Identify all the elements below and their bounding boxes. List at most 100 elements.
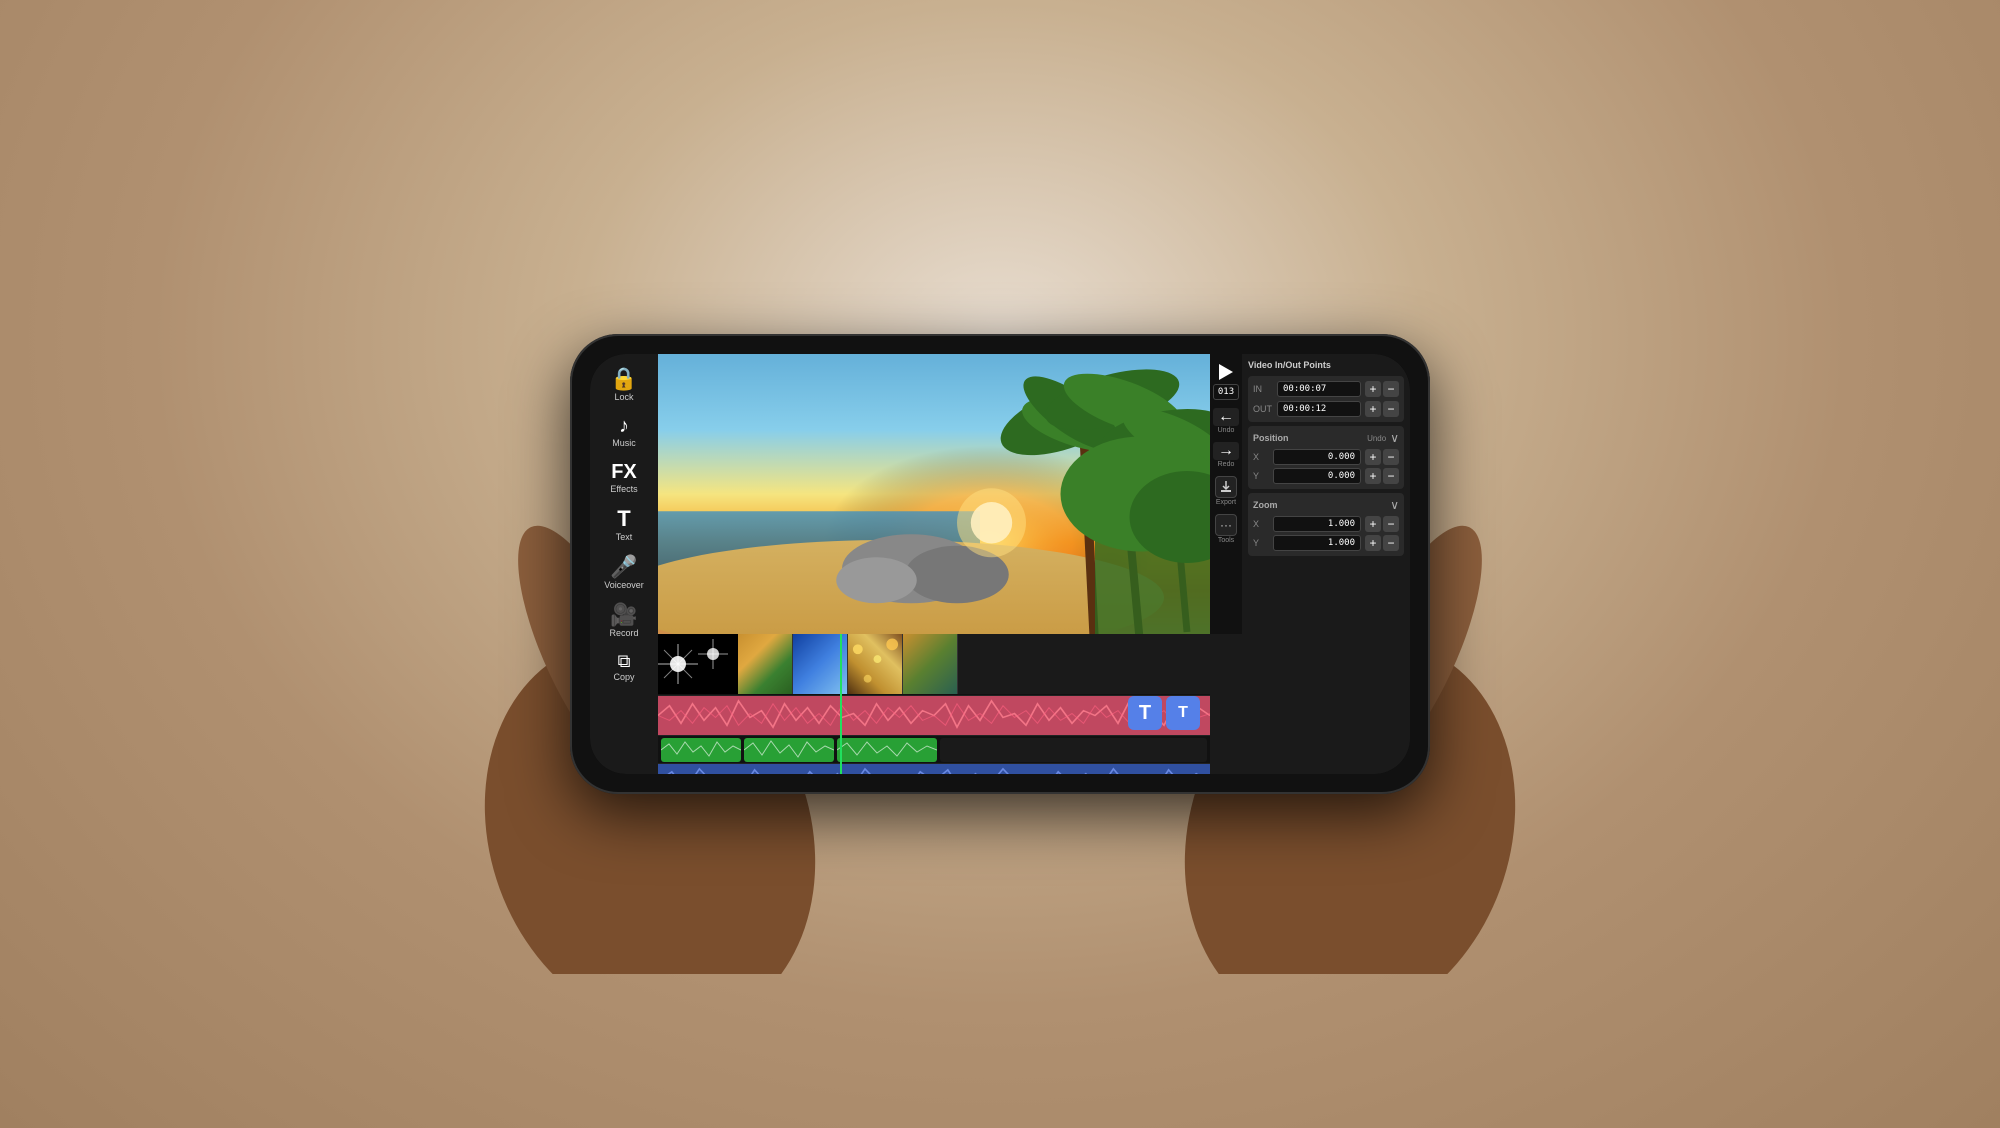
- counter-display: 013: [1213, 384, 1239, 400]
- main-content: T T: [658, 354, 1210, 774]
- play-button[interactable]: [1219, 364, 1233, 380]
- export-icon: [1219, 480, 1233, 494]
- out-time-display: 00:00:12: [1277, 401, 1361, 417]
- thumb-4: [903, 634, 958, 694]
- zoom-y-plus[interactable]: +: [1365, 535, 1381, 551]
- undo-text: Undo: [1367, 434, 1386, 443]
- in-pm-buttons: + −: [1365, 381, 1399, 397]
- redo-arrow[interactable]: →: [1213, 442, 1239, 460]
- sidebar-item-voiceover[interactable]: 🎤 Voiceover: [594, 550, 654, 596]
- fx-icon: FX: [611, 462, 637, 482]
- out-minus-btn[interactable]: −: [1383, 401, 1399, 417]
- in-plus-btn[interactable]: +: [1365, 381, 1381, 397]
- pos-x-label: X: [1253, 452, 1269, 462]
- zoom-x-label: X: [1253, 519, 1269, 529]
- pos-y-label: Y: [1253, 471, 1269, 481]
- nav-buttons: 013 ← Undo → Redo: [1210, 354, 1242, 634]
- sidebar-item-effects[interactable]: FX Effects: [594, 456, 654, 500]
- green-clips-row: [658, 736, 1210, 764]
- zoom-x-pm: + −: [1365, 516, 1399, 532]
- undo-arrow[interactable]: ←: [1213, 408, 1239, 426]
- scene-container: 🔒 Lock ♪ Music FX Effects T Text: [450, 214, 1550, 914]
- out-label: OUT: [1253, 404, 1273, 414]
- pos-x-minus[interactable]: −: [1383, 449, 1399, 465]
- in-row: IN 00:00:07 + −: [1253, 381, 1399, 397]
- position-title: Position: [1253, 433, 1289, 443]
- sidebar-item-lock[interactable]: 🔒 Lock: [594, 362, 654, 408]
- pos-x-plus[interactable]: +: [1365, 449, 1381, 465]
- export-button[interactable]: [1215, 476, 1237, 498]
- phone-screen: 🔒 Lock ♪ Music FX Effects T Text: [590, 354, 1410, 774]
- phone: 🔒 Lock ♪ Music FX Effects T Text: [570, 334, 1430, 794]
- video-track: [658, 634, 1210, 696]
- position-controls: Undo ∨: [1367, 431, 1399, 445]
- in-minus-btn[interactable]: −: [1383, 381, 1399, 397]
- thumb-2: [793, 634, 848, 694]
- timeline-area: T T: [658, 634, 1210, 774]
- out-pm-buttons: + −: [1365, 401, 1399, 417]
- lock-icon: 🔒: [610, 368, 637, 390]
- pos-y-pm: + −: [1365, 468, 1399, 484]
- sidebar-item-text[interactable]: T Text: [594, 502, 654, 548]
- beach-thumbs: [738, 634, 1210, 695]
- pos-y-plus[interactable]: +: [1365, 468, 1381, 484]
- tt-button-2[interactable]: T: [1166, 696, 1200, 730]
- zoom-y-minus[interactable]: −: [1383, 535, 1399, 551]
- pos-y-minus[interactable]: −: [1383, 468, 1399, 484]
- zoom-header: Zoom ∨: [1253, 498, 1399, 512]
- voiceover-icon: 🎤: [610, 556, 637, 578]
- sidebar-item-copy[interactable]: ⧉ Copy: [594, 646, 654, 688]
- position-y-row: Y 0.000 + −: [1253, 468, 1399, 484]
- thumb-3: [848, 634, 903, 694]
- zoom-x-minus[interactable]: −: [1383, 516, 1399, 532]
- zoom-y-value: 1.000: [1273, 535, 1361, 551]
- undo-label: Undo: [1218, 427, 1235, 434]
- redo-group: → Redo: [1213, 442, 1239, 468]
- zoom-expand-icon[interactable]: ∨: [1390, 498, 1399, 512]
- zoom-title: Zoom: [1253, 500, 1278, 510]
- sidebar-label-lock: Lock: [614, 392, 633, 402]
- tools-button[interactable]: ···: [1215, 514, 1237, 536]
- undo-group: ← Undo: [1213, 408, 1239, 434]
- sidebar-item-record[interactable]: 🎥 Record: [594, 598, 654, 644]
- green-clip-1: [661, 738, 741, 762]
- export-group: Export: [1215, 476, 1237, 506]
- zoom-x-row: X 1.000 + −: [1253, 516, 1399, 532]
- tools-group: ··· Tools: [1215, 514, 1237, 544]
- tools-label: Tools: [1218, 537, 1234, 544]
- thumb-1: [738, 634, 793, 694]
- record-icon: 🎥: [610, 604, 637, 626]
- zoom-x-plus[interactable]: +: [1365, 516, 1381, 532]
- pos-y-value: 0.000: [1273, 468, 1361, 484]
- position-expand-icon[interactable]: ∨: [1390, 431, 1399, 445]
- in-label: IN: [1253, 384, 1273, 394]
- panel-title: Video In/Out Points: [1248, 360, 1404, 370]
- right-timeline: [1210, 634, 1410, 774]
- tt-button-1[interactable]: T: [1128, 696, 1162, 730]
- sidebar-label-copy: Copy: [613, 672, 634, 682]
- copy-icon: ⧉: [618, 652, 631, 670]
- right-panel: 013 ← Undo → Redo: [1210, 354, 1410, 774]
- green-clip-3: [837, 738, 937, 762]
- sidebar-label-music: Music: [612, 438, 636, 448]
- beach-scene: [658, 354, 1210, 634]
- out-row: OUT 00:00:12 + −: [1253, 401, 1399, 417]
- audio-track-blue: [658, 764, 1210, 774]
- preview-controls: 013 ← Undo → Redo: [1210, 354, 1410, 634]
- thumb-starburst: [658, 634, 738, 694]
- video-preview: [658, 354, 1210, 634]
- sidebar-item-music[interactable]: ♪ Music: [594, 410, 654, 454]
- sidebar-label-voiceover: Voiceover: [604, 580, 644, 590]
- export-label: Export: [1216, 499, 1236, 506]
- redo-label: Redo: [1218, 461, 1235, 468]
- sidebar-label-record: Record: [609, 628, 638, 638]
- properties-panel: Video In/Out Points IN 00:00:07 + −: [1242, 354, 1410, 634]
- position-header: Position Undo ∨: [1253, 431, 1399, 445]
- sidebar-label-effects: Effects: [610, 484, 637, 494]
- out-plus-btn[interactable]: +: [1365, 401, 1381, 417]
- tools-icon: ···: [1220, 518, 1232, 532]
- zoom-section: Zoom ∨ X 1.000 + −: [1248, 493, 1404, 556]
- sidebar-label-text: Text: [616, 532, 633, 542]
- zoom-y-label: Y: [1253, 538, 1269, 548]
- pos-x-value: 0.000: [1273, 449, 1361, 465]
